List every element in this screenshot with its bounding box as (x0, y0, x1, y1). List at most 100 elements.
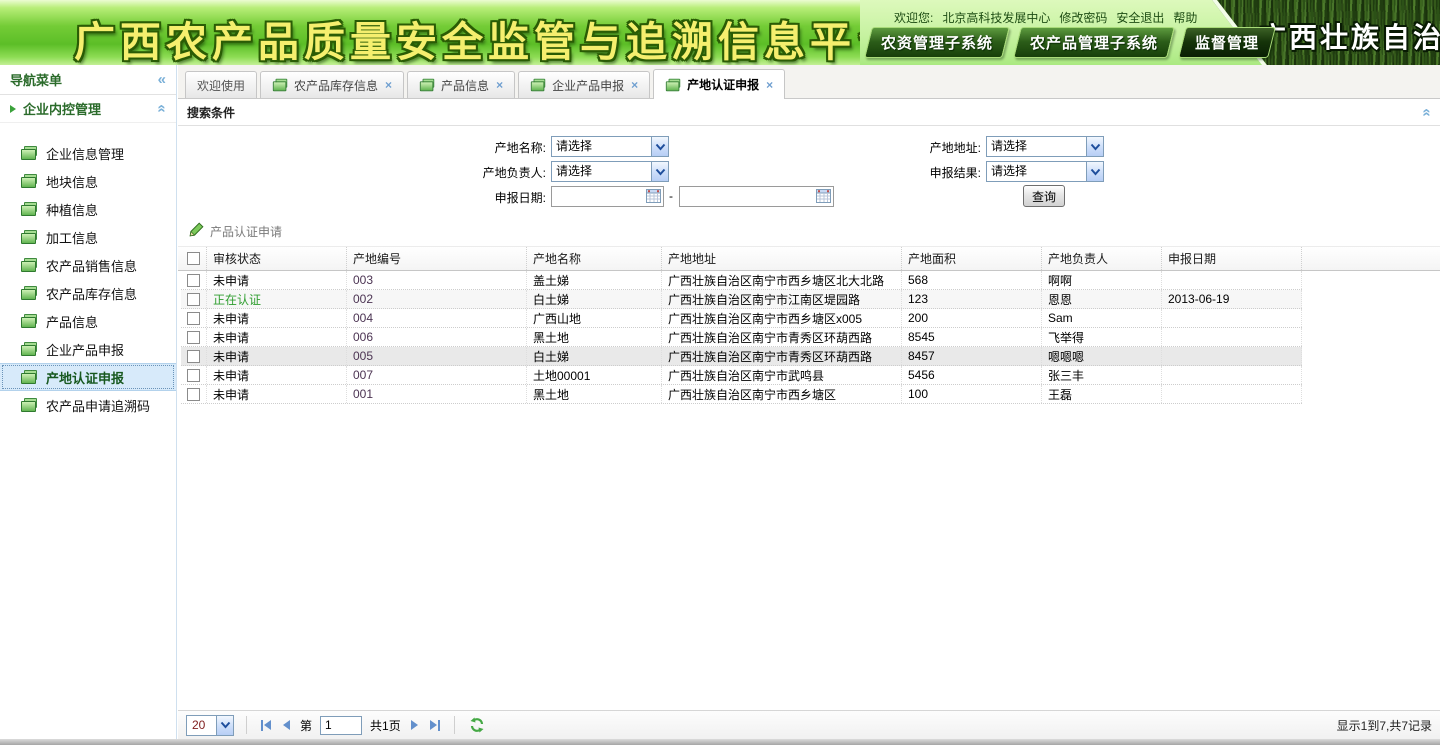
row-checkbox[interactable] (187, 350, 200, 363)
select-all-checkbox[interactable] (187, 252, 200, 265)
row-checkbox[interactable] (187, 274, 200, 287)
sidebar-item-stock-info[interactable]: 农产品库存信息 (0, 279, 176, 307)
system-tab-agri-product[interactable]: 农产品管理子系统 (1013, 27, 1175, 58)
table-row[interactable]: 未申请 004 广西山地 广西壮族自治区南宁市西乡塘区x005 200 Sam (181, 309, 1302, 328)
sidebar-item-enterprise-info[interactable]: 企业信息管理 (0, 139, 176, 167)
tab-product-declare[interactable]: 企业产品申报× (518, 71, 650, 98)
chevron-down-icon[interactable] (216, 716, 233, 735)
system-tab-supervision[interactable]: 监督管理 (1178, 27, 1276, 58)
calendar-icon[interactable] (646, 189, 661, 203)
close-icon[interactable]: × (766, 78, 773, 92)
origin-address-select[interactable]: 请选择 (986, 136, 1104, 157)
system-tab-label: 农资管理子系统 (881, 32, 993, 53)
col-header-status[interactable]: 审核状态 (207, 247, 347, 270)
sidebar-item-label: 种植信息 (46, 200, 98, 219)
table-row[interactable]: 未申请 006 黑土地 广西壮族自治区南宁市青秀区环葫西路 8545 飞举得 (181, 328, 1302, 347)
sidebar-item-product-info[interactable]: 产品信息 (0, 307, 176, 335)
folder-icon (21, 174, 38, 188)
sidebar-item-sales-info[interactable]: 农产品销售信息 (0, 251, 176, 279)
cell-status: 未申请 (207, 385, 347, 403)
sidebar-item-trace-code-apply[interactable]: 农产品申请追溯码 (0, 391, 176, 419)
welcome-bar: 欢迎您: 北京高科技发展中心 修改密码 安全退出 帮助 (894, 9, 1197, 26)
sidebar-collapse-icon[interactable]: « (158, 72, 166, 87)
col-header-address[interactable]: 产地地址 (662, 247, 902, 270)
cell-status: 未申请 (207, 347, 347, 365)
chevron-down-icon[interactable] (1086, 162, 1103, 181)
tab-welcome[interactable]: 欢迎使用 (185, 71, 257, 98)
cell-address: 广西壮族自治区南宁市青秀区环葫西路 (662, 347, 902, 365)
row-checkbox[interactable] (187, 293, 200, 306)
folder-icon (21, 370, 38, 384)
section-collapse-icon[interactable]: « (154, 104, 169, 112)
close-icon[interactable]: × (496, 78, 503, 92)
close-icon[interactable]: × (385, 78, 392, 92)
origin-manager-select[interactable]: 请选择 (551, 161, 669, 182)
chevron-down-icon[interactable] (651, 137, 668, 156)
col-header-date[interactable]: 申报日期 (1162, 247, 1302, 270)
table-row[interactable]: 未申请 001 黑土地 广西壮族自治区南宁市西乡塘区 100 王磊 (181, 385, 1302, 404)
table-row[interactable]: 正在认证 002 白土娣 广西壮族自治区南宁市江南区堤园路 123 恩恩 201… (181, 290, 1302, 309)
cell-date (1162, 385, 1302, 403)
refresh-icon[interactable] (469, 717, 485, 733)
sidebar-section-internal-control[interactable]: 企业内控管理 « (0, 95, 176, 123)
origin-name-select[interactable]: 请选择 (551, 136, 669, 157)
query-button[interactable]: 查询 (1023, 185, 1065, 207)
cell-manager: 飞举得 (1042, 328, 1162, 346)
row-checkbox[interactable] (187, 388, 200, 401)
sidebar-item-processing-info[interactable]: 加工信息 (0, 223, 176, 251)
system-tab-agri-material[interactable]: 农资管理子系统 (864, 27, 1010, 58)
origin-address-label: 产地地址: (853, 139, 981, 156)
apply-result-select[interactable]: 请选择 (986, 161, 1104, 182)
prev-page-button[interactable] (281, 718, 292, 732)
table-row[interactable]: 未申请 007 土地00001 广西壮族自治区南宁市武鸣县 5456 张三丰 (181, 366, 1302, 385)
col-header-name[interactable]: 产地名称 (527, 247, 662, 270)
change-password-link[interactable]: 修改密码 (1059, 9, 1107, 26)
folder-icon (21, 286, 38, 300)
col-header-area[interactable]: 产地面积 (902, 247, 1042, 270)
help-link[interactable]: 帮助 (1173, 9, 1197, 26)
total-pages-label: 共1页 (370, 717, 401, 734)
tab-label: 产地认证申报 (687, 76, 759, 93)
chevron-down-icon[interactable] (651, 162, 668, 181)
sidebar-item-plot-info[interactable]: 地块信息 (0, 167, 176, 195)
tab-label: 农产品库存信息 (294, 77, 378, 94)
sidebar-item-origin-cert-declare[interactable]: 产地认证申报 (0, 363, 176, 391)
chevron-down-icon[interactable] (1086, 137, 1103, 156)
search-collapse-icon[interactable]: « (1419, 108, 1434, 116)
tab-product-info[interactable]: 产品信息× (407, 71, 515, 98)
row-checkbox[interactable] (187, 312, 200, 325)
calendar-icon[interactable] (816, 189, 831, 203)
cell-status: 未申请 (207, 328, 347, 346)
table-row[interactable]: 未申请 005 白土娣 广西壮族自治区南宁市青秀区环葫西路 8457 嗯嗯嗯 (181, 347, 1302, 366)
logout-link[interactable]: 安全退出 (1116, 9, 1164, 26)
next-page-button[interactable] (409, 718, 420, 732)
cell-manager: 王磊 (1042, 385, 1162, 403)
folder-icon (21, 398, 38, 412)
apply-date-end-input[interactable] (679, 186, 834, 207)
tab-stock-info[interactable]: 农产品库存信息 × (260, 71, 404, 98)
row-checkbox[interactable] (187, 331, 200, 344)
last-page-button[interactable] (428, 718, 442, 733)
app-banner: 广西农产品质量安全监管与追溯信息平台 广西壮族自治区 欢迎您: 北京高科技发展中… (0, 0, 1440, 65)
page-size-select[interactable]: 20 (186, 715, 234, 736)
sidebar-item-planting-info[interactable]: 种植信息 (0, 195, 176, 223)
apply-date-start-input[interactable] (551, 186, 664, 207)
sidebar-header: 导航菜单 « (0, 65, 176, 95)
apply-result-label: 申报结果: (853, 164, 981, 181)
tab-origin-cert-declare[interactable]: 产地认证申报 × (653, 69, 785, 99)
sidebar-item-product-declare[interactable]: 企业产品申报 (0, 335, 176, 363)
cell-address: 广西壮族自治区南宁市西乡塘区 (662, 385, 902, 403)
main-content: 欢迎使用 农产品库存信息× 产品信息× 企业产品申报× 产地认证申报× 搜索条件… (178, 65, 1440, 739)
folder-icon (21, 342, 38, 356)
first-page-button[interactable] (259, 718, 273, 733)
col-header-code[interactable]: 产地编号 (347, 247, 527, 270)
cell-date (1162, 347, 1302, 365)
row-checkbox[interactable] (187, 369, 200, 382)
current-page-input[interactable] (320, 716, 362, 735)
sidebar-item-label: 加工信息 (46, 228, 98, 247)
table-row[interactable]: 未申请 003 盖土娣 广西壮族自治区南宁市西乡塘区北大北路 568 啊啊 (181, 271, 1302, 290)
close-icon[interactable]: × (631, 78, 638, 92)
select-value: 请选择 (991, 164, 1027, 178)
sidebar-item-label: 农产品销售信息 (46, 256, 137, 275)
col-header-manager[interactable]: 产地负责人 (1042, 247, 1162, 270)
